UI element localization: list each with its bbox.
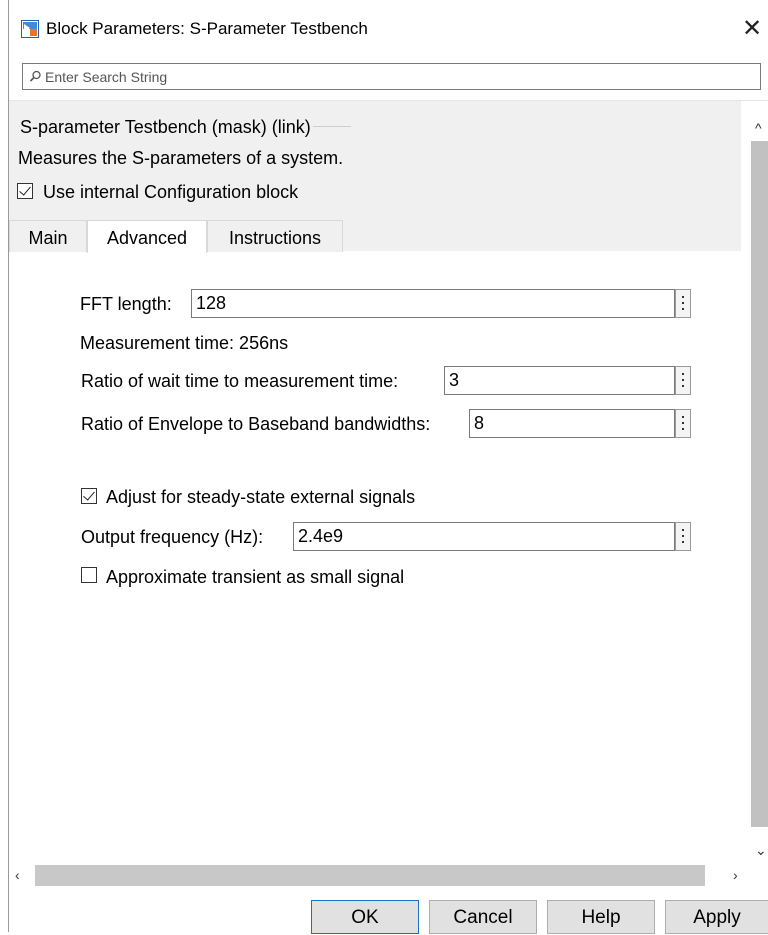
vertical-scroll-thumb[interactable]: [751, 141, 768, 827]
use-internal-config-checkbox[interactable]: [17, 183, 33, 199]
envelope-ratio-value: 8: [474, 413, 485, 433]
envelope-ratio-options-icon[interactable]: [675, 409, 691, 438]
approximate-transient-checkbox[interactable]: [81, 567, 97, 583]
horizontal-scrollbar[interactable]: ‹ ›: [9, 862, 751, 888]
tab-label: Instructions: [228, 228, 322, 248]
dialog-window: Block Parameters: S-Parameter Testbench …: [8, 0, 768, 934]
cancel-button[interactable]: Cancel: [429, 900, 537, 934]
ok-button[interactable]: OK: [311, 900, 419, 934]
tab-label: Advanced: [106, 228, 188, 248]
output-frequency-value: 2.4e9: [298, 526, 344, 546]
vertical-scrollbar[interactable]: ^ ⌄: [751, 115, 768, 857]
measurement-time-text: Measurement time: 256ns: [80, 333, 289, 353]
search-icon: [29, 70, 41, 82]
use-internal-config-label: Use internal Configuration block: [43, 182, 299, 202]
scroll-down-icon[interactable]: ⌄: [755, 843, 767, 857]
tab-label: Main: [28, 228, 68, 248]
close-icon[interactable]: ✕: [737, 14, 767, 44]
fft-length-label: FFT length:: [80, 294, 172, 314]
adjust-steady-state-label: Adjust for steady-state external signals: [106, 487, 416, 507]
adjust-steady-state-checkbox[interactable]: [81, 488, 97, 504]
envelope-ratio-field[interactable]: 8: [469, 409, 675, 438]
tab-advanced[interactable]: Advanced: [87, 220, 207, 253]
fft-length-field[interactable]: 128: [191, 289, 675, 318]
output-frequency-options-icon[interactable]: [675, 522, 691, 551]
simulink-block-icon: [21, 20, 39, 38]
approximate-transient-label: Approximate transient as small signal: [106, 567, 405, 587]
output-frequency-label: Output frequency (Hz):: [81, 527, 264, 547]
wait-ratio-field[interactable]: 3: [444, 366, 675, 395]
scroll-left-icon[interactable]: ‹: [15, 868, 20, 882]
wait-ratio-options-icon[interactable]: [675, 366, 691, 395]
block-description-title: S-parameter Testbench (mask) (link): [20, 117, 313, 138]
tab-instructions[interactable]: Instructions: [207, 220, 343, 252]
block-description-text: Measures the S-parameters of a system.: [18, 148, 344, 168]
horizontal-scroll-thumb[interactable]: [35, 865, 705, 886]
scroll-right-icon[interactable]: ›: [733, 868, 738, 882]
fft-length-options-icon[interactable]: [675, 289, 691, 318]
envelope-ratio-label: Ratio of Envelope to Baseband bandwidths…: [81, 414, 431, 434]
wait-ratio-label: Ratio of wait time to measurement time:: [81, 371, 399, 391]
search-field[interactable]: [22, 63, 761, 90]
window-title: Block Parameters: S-Parameter Testbench: [46, 19, 368, 38]
fft-length-value: 128: [196, 293, 227, 313]
wait-ratio-value: 3: [449, 370, 460, 390]
apply-button[interactable]: Apply: [665, 900, 768, 934]
output-frequency-field[interactable]: 2.4e9: [293, 522, 675, 551]
search-input[interactable]: [45, 66, 745, 87]
scroll-up-icon[interactable]: ^: [755, 121, 762, 135]
tab-main[interactable]: Main: [9, 220, 87, 252]
title-bar: Block Parameters: S-Parameter Testbench …: [9, 0, 768, 58]
help-button[interactable]: Help: [547, 900, 655, 934]
